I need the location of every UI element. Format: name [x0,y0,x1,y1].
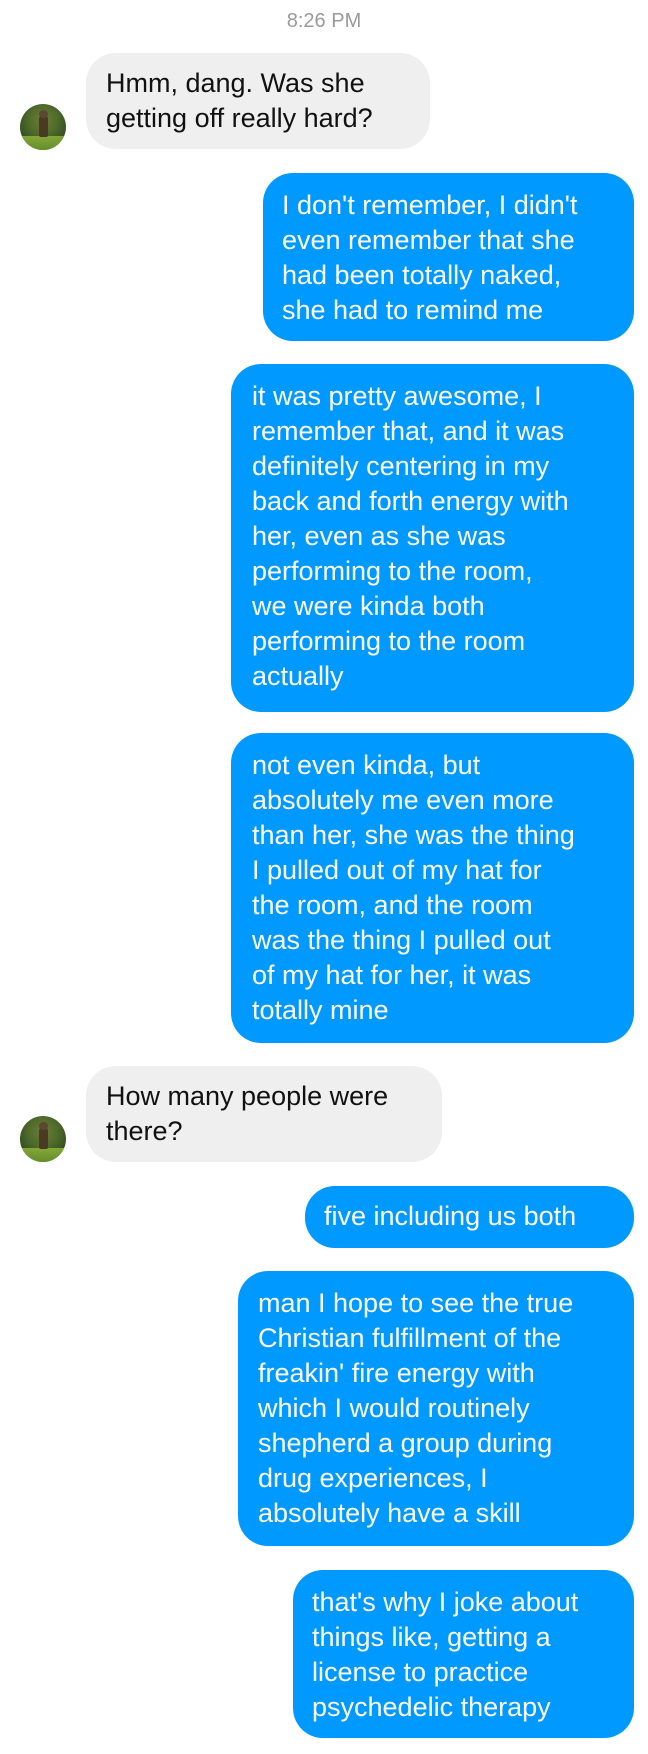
outgoing-message-bubble[interactable]: it was pretty awesome, I remember that, … [231,364,634,712]
contact-avatar-icon[interactable] [20,104,66,150]
outgoing-message-bubble[interactable]: I don't remember, I didn't even remember… [263,173,634,341]
outgoing-message-bubble[interactable]: man I hope to see the true Christian ful… [238,1271,634,1546]
outgoing-message-bubble[interactable]: not even kinda, but absolutely me even m… [231,733,634,1043]
incoming-message-bubble[interactable]: Hmm, dang. Was she getting off really ha… [86,53,430,149]
outgoing-message-bubble[interactable]: five including us both [305,1186,634,1248]
message-timestamp: 8:26 PM [286,10,362,32]
contact-avatar-icon[interactable] [20,1116,66,1162]
outgoing-message-bubble[interactable]: that's why I joke about things like, get… [293,1570,634,1738]
incoming-message-bubble[interactable]: How many people were there? [86,1066,442,1162]
